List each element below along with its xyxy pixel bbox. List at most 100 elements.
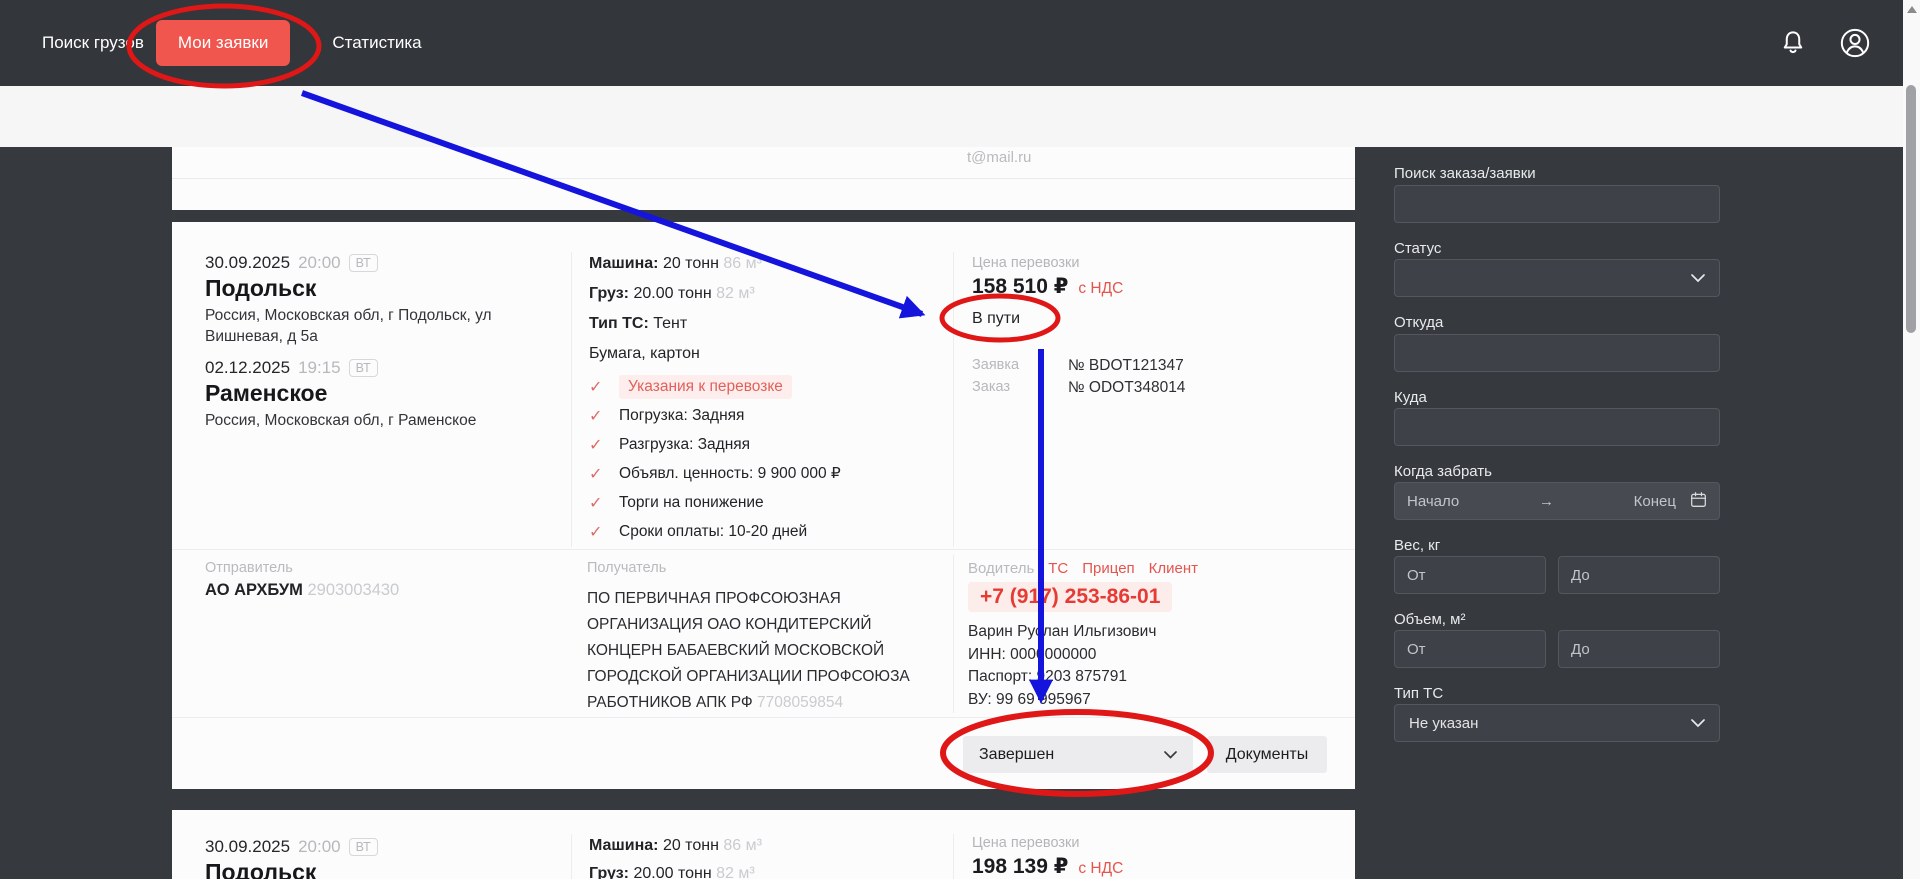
topbar-actions (1776, 0, 1872, 86)
transport-instructions-link[interactable]: Указания к перевозке (619, 375, 792, 399)
dropoff-weekday-badge: ВТ (349, 359, 378, 377)
check-icon: ✓ (589, 406, 619, 426)
calendar-icon (1690, 491, 1707, 512)
order-search-input[interactable] (1394, 185, 1720, 223)
filter-pickup-when-label: Когда забрать (1394, 463, 1492, 480)
tab-driver[interactable]: Водитель (968, 560, 1034, 577)
pickup-time: 20:00 (298, 837, 341, 857)
range-arrow-icon: → (1539, 493, 1554, 510)
machine-row: Машина: 20 тонн 86 м³ (589, 255, 762, 273)
dropoff-date: 02.12.2025 (205, 358, 290, 378)
column-divider (953, 834, 954, 879)
cargo-value: 20.00 тонн (633, 285, 711, 302)
cargo-label: Груз: (589, 865, 629, 879)
checklist-item: ✓ Разгрузка: Задняя (589, 430, 841, 459)
contact-tabs: Водитель ТС Прицеп Клиент (968, 560, 1198, 577)
vehicle-type-row: Тип ТС: Тент (589, 315, 687, 333)
tab-client[interactable]: Клиент (1149, 560, 1198, 577)
scrollbar-up-arrow[interactable] (1907, 6, 1917, 13)
chevron-down-icon (1164, 746, 1177, 764)
chevron-down-icon (1691, 715, 1705, 732)
vat-note: с НДС (1078, 860, 1123, 877)
dropoff-city: Раменское (205, 380, 327, 407)
cargo-volume: 82 м³ (716, 285, 755, 302)
filter-vehicle-type-label: Тип ТС (1394, 685, 1443, 702)
cargo-volume: 82 м³ (716, 865, 755, 879)
sender-label: Отправитель (205, 560, 293, 576)
checklist-item-label: Объявл. ценность: 9 900 000 ₽ (619, 464, 841, 483)
check-icon: ✓ (589, 435, 619, 455)
checklist-item-label: Разгрузка: Задняя (619, 436, 750, 454)
card-footer: Завершен Документы (172, 717, 1355, 789)
profile-icon[interactable] (1838, 26, 1872, 60)
dropoff-date-row: 02.12.2025 19:15 ВТ (205, 358, 378, 378)
machine-volume: 86 м³ (723, 837, 762, 854)
column-divider (571, 834, 572, 879)
destination-input[interactable] (1394, 408, 1720, 446)
volume-from-input[interactable] (1394, 630, 1546, 668)
dropoff-time: 19:15 (298, 358, 341, 378)
driver-phone[interactable]: +7 (917) 253-86-01 (968, 582, 1172, 612)
volume-to-input[interactable] (1558, 630, 1720, 668)
price-label: Цена перевозки (972, 255, 1079, 271)
check-icon: ✓ (589, 377, 619, 397)
request-label: Заявка (972, 357, 1068, 375)
receiver-company: ПО ПЕРВИЧНАЯ ПРОФСОЮЗНАЯ ОРГАНИЗАЦИЯ ОАО… (587, 590, 910, 711)
tab-trailer[interactable]: Прицеп (1082, 560, 1134, 577)
price-amount: 158 510 ₽ (972, 275, 1068, 298)
pickup-weekday-badge: ВТ (349, 838, 378, 856)
order-card: 30.09.2025 20:00 ВТ Подольск Россия, Мос… (172, 222, 1355, 789)
vehicle-type-select[interactable]: Не указан (1394, 704, 1720, 742)
dropoff-address: Россия, Московская обл, г Раменское (205, 410, 517, 431)
machine-label: Машина: (589, 837, 658, 854)
date-end-placeholder: Конец (1634, 493, 1676, 510)
weight-to-input[interactable] (1558, 556, 1720, 594)
page-scrollbar[interactable] (1903, 0, 1920, 879)
checklist-item: ✓ Объявл. ценность: 9 900 000 ₽ (589, 459, 841, 488)
sender-inn: 2903003430 (307, 581, 399, 599)
nav-search-cargo[interactable]: Поиск грузов (42, 33, 144, 53)
cargo-label: Груз: (589, 285, 629, 302)
pickup-date-row: 30.09.2025 20:00 ВТ (205, 253, 378, 273)
checklist-item-label: Торги на понижение (619, 494, 764, 512)
divider (172, 178, 1355, 179)
weight-from-input[interactable] (1394, 556, 1546, 594)
machine-volume: 86 м³ (723, 255, 762, 272)
pickup-date-range[interactable]: Начало → Конец (1394, 482, 1720, 520)
order-card-previous: t@mail.ru (172, 147, 1355, 210)
pickup-date-row: 30.09.2025 20:00 ВТ (205, 837, 378, 857)
scrollbar-thumb[interactable] (1906, 85, 1916, 333)
nav-my-orders[interactable]: Мои заявки (156, 20, 290, 66)
date-start-placeholder: Начало (1407, 493, 1459, 510)
request-number: № BDOT121347 (1068, 357, 1184, 375)
pickup-city: Подольск (205, 859, 316, 879)
app-window: Поиск грузов Мои заявки Статистика (0, 0, 1920, 879)
checklist-item: ✓ Сроки оплаты: 10-20 дней (589, 517, 841, 546)
vehicle-type-label: Тип ТС: (589, 315, 649, 332)
vat-note: с НДС (1078, 280, 1123, 297)
shipment-status: В пути (972, 310, 1020, 328)
driver-name: Варин Руслан Ильгизович (968, 621, 1156, 644)
status-select[interactable]: Завершен (963, 736, 1193, 773)
check-icon: ✓ (589, 493, 619, 513)
driver-passport: Паспорт: 9203 875791 (968, 666, 1156, 689)
nav-statistics[interactable]: Статистика (332, 33, 421, 53)
pickup-date: 30.09.2025 (205, 837, 290, 857)
order-label: Заказ (972, 379, 1068, 397)
bell-icon[interactable] (1776, 26, 1810, 60)
origin-input[interactable] (1394, 334, 1720, 372)
top-navigation-bar: Поиск грузов Мои заявки Статистика (0, 0, 1920, 86)
pickup-time: 20:00 (298, 253, 341, 273)
cargo-value: 20.00 тонн (633, 865, 711, 879)
driver-license: ВУ: 99 69 995967 (968, 689, 1156, 712)
vehicle-type-value: Не указан (1409, 715, 1478, 732)
conditions-checklist: ✓ Указания к перевозке ✓ Погрузка: Задня… (589, 372, 841, 546)
status-filter-select[interactable] (1394, 259, 1720, 297)
price-value: 198 139 ₽с НДС (972, 854, 1123, 879)
tab-vehicle[interactable]: ТС (1048, 560, 1068, 577)
machine-label: Машина: (589, 255, 658, 272)
price-label: Цена перевозки (972, 835, 1079, 851)
filter-to-label: Куда (1394, 389, 1427, 406)
receiver-name: ПО ПЕРВИЧНАЯ ПРОФСОЮЗНАЯ ОРГАНИЗАЦИЯ ОАО… (587, 586, 921, 716)
documents-button[interactable]: Документы (1207, 736, 1327, 773)
